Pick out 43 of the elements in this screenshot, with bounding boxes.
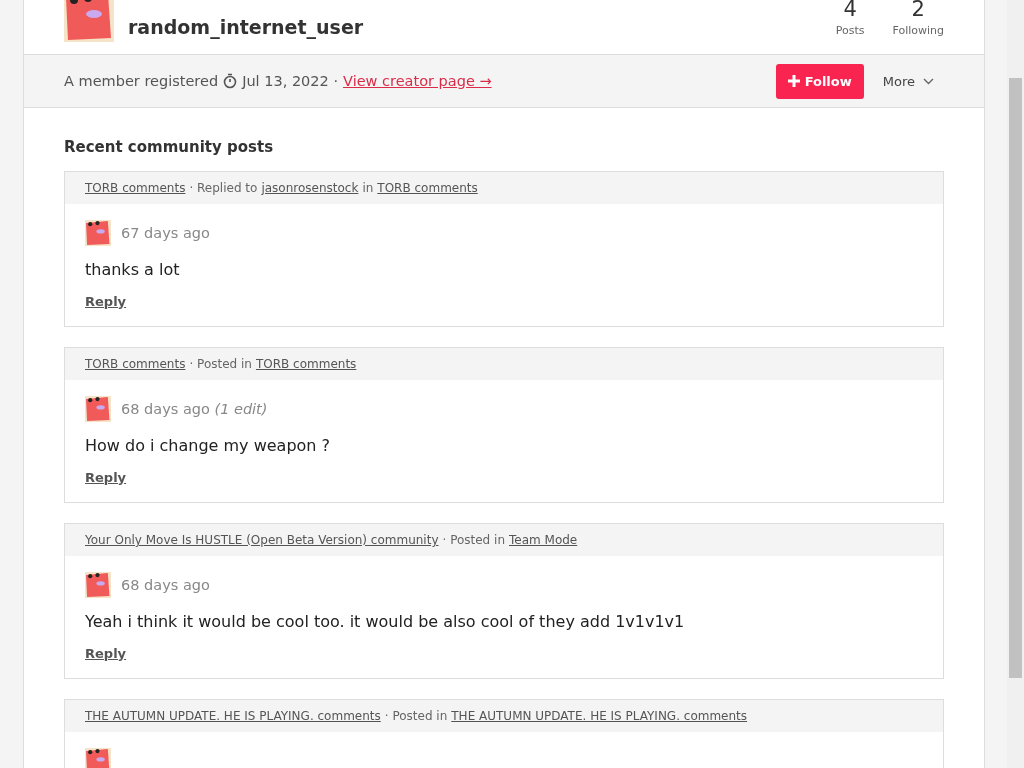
breadcrumb-link[interactable]: Your Only Move Is HUSTLE (Open Beta Version) community xyxy=(85,533,439,547)
breadcrumb-link[interactable]: TORB comments xyxy=(85,357,186,371)
breadcrumb-link[interactable]: Team Mode xyxy=(509,533,578,547)
breadcrumb-link[interactable]: TORB comments xyxy=(255,357,357,371)
post-body: thanks a lot xyxy=(85,260,181,279)
breadcrumb-text: · Posted in xyxy=(384,709,448,723)
post-body: Yeah i think it would be cool too. it would be also cool of they add 1v1v1v1 xyxy=(85,612,686,631)
post-body: How do i change my weapon ? xyxy=(85,436,332,455)
breadcrumb-text: in xyxy=(362,181,374,195)
section-title: Recent community posts xyxy=(64,138,275,156)
registered-text: A member registered xyxy=(64,73,219,89)
avatar-icon xyxy=(85,572,111,598)
stat-label: Following xyxy=(892,24,944,37)
creator-page-link[interactable]: View creator page → xyxy=(343,73,492,89)
follow-button[interactable]: Follow xyxy=(775,63,864,99)
breadcrumb-text: · Posted in xyxy=(442,533,505,547)
username: random_internet_user xyxy=(128,16,365,38)
avatar-icon xyxy=(85,396,111,422)
stopwatch-icon xyxy=(223,73,238,89)
breadcrumb-link[interactable]: TORB comments xyxy=(85,181,186,195)
avatar-icon xyxy=(85,220,111,246)
breadcrumb-link[interactable]: THE AUTUMN UPDATE. HE IS PLAYING. comments xyxy=(451,709,748,723)
chevron-down-icon xyxy=(923,77,934,85)
reply-link[interactable]: Reply xyxy=(85,646,127,661)
breadcrumb-text: · Posted in xyxy=(189,357,252,371)
registered-date: Jul 13, 2022 · xyxy=(242,73,339,89)
plus-icon xyxy=(787,75,800,87)
breadcrumb-link[interactable]: THE AUTUMN UPDATE. HE IS PLAYING. comments xyxy=(85,709,381,723)
post-time: 68 days ago (1 edit) xyxy=(121,401,268,417)
stat-value: 2 xyxy=(911,0,925,20)
reply-link[interactable]: Reply xyxy=(85,470,127,485)
breadcrumb-text: · Replied to xyxy=(189,181,258,195)
reply-link[interactable]: Reply xyxy=(85,294,127,309)
post-time: 67 days ago xyxy=(121,225,210,241)
scrollbar[interactable] xyxy=(1007,0,1024,768)
post-time: 68 days ago xyxy=(121,577,210,593)
avatar-icon xyxy=(64,0,114,42)
breadcrumb-link[interactable]: jasonrosenstock xyxy=(261,181,359,195)
breadcrumb-link[interactable]: TORB comments xyxy=(377,181,478,195)
stat-label: Posts xyxy=(835,24,865,37)
stat-value: 4 xyxy=(843,0,857,20)
avatar-icon xyxy=(85,748,111,768)
more-button[interactable]: More xyxy=(872,73,944,89)
